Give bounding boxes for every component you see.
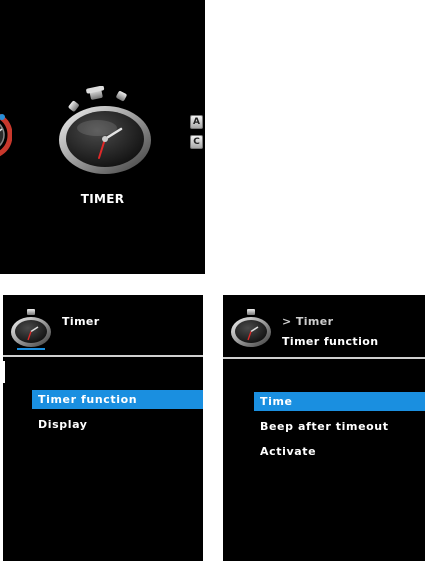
carousel-screen: A C TIMER	[0, 0, 205, 274]
menu-item-beep-after-timeout[interactable]: Beep after timeout	[254, 417, 425, 436]
stopwatch-icon	[231, 309, 271, 347]
timer-function-list: Time Beep after timeout Activate	[254, 392, 425, 467]
carousel-label: TIMER	[80, 192, 125, 206]
timer-function-screen: > Timer Timer function Time Beep after t…	[223, 295, 425, 561]
menu-item-timer-function[interactable]: Timer function	[32, 390, 203, 409]
timer-menu-list: Timer function Display	[32, 390, 203, 440]
header-title: Timer	[62, 315, 100, 328]
header-title: Timer function	[282, 335, 379, 348]
header-divider	[3, 355, 203, 357]
menu-item-activate[interactable]: Activate	[254, 442, 425, 461]
breadcrumb: > Timer	[282, 315, 334, 328]
stopwatch-icon[interactable]	[55, 86, 155, 178]
header-divider	[223, 357, 425, 359]
menu-item-time[interactable]: Time	[254, 392, 425, 411]
edge-marker	[3, 361, 5, 383]
key-c-button[interactable]: C	[190, 135, 203, 149]
timer-menu-screen: Timer Timer function Display	[3, 295, 203, 561]
gauge-icon[interactable]	[0, 105, 12, 163]
side-keys: A C	[190, 115, 203, 155]
key-a-button[interactable]: A	[190, 115, 203, 129]
menu-item-display[interactable]: Display	[32, 415, 203, 434]
stopwatch-icon	[11, 309, 51, 350]
